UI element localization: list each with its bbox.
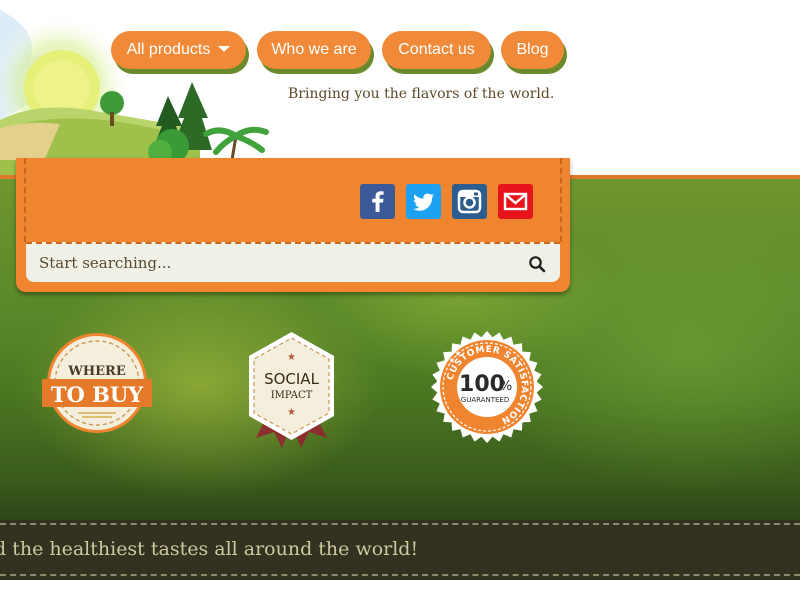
badge-guaranteed-text: GUARANTEED [461,396,509,404]
where-to-buy-badge-graphic: WHERE TO BUY [42,333,152,433]
search-bar [26,242,560,282]
nav-label: Contact us [398,41,475,58]
email-icon [503,192,528,211]
marquee-text: d the healthiest tastes all around the w… [0,538,419,560]
site-header: All products Who we are Contact us Blog … [0,0,800,178]
banner-stitch-top [0,523,800,525]
social-impact-badge-graphic: ★ SOCIAL IMPACT ★ [249,332,334,448]
customer-satisfaction-badge-graphic: CUSTOMER SATISFACTION 100 % GUARANTEED ★… [431,331,543,443]
badge-percent-text: % [500,379,512,394]
page-footer-space [0,580,800,600]
badge-where-text: WHERE [67,364,126,379]
badge-star: ★ [454,349,461,358]
marquee-banner: d the healthiest tastes all around the w… [0,520,800,580]
badge-impact-text: IMPACT [271,390,313,401]
badge-social-text: SOCIAL [264,370,319,388]
instagram-icon [457,189,482,214]
nav-label: Who we are [271,41,357,58]
instagram-link[interactable] [452,184,487,219]
social-search-panel [16,158,570,292]
panel-stitching [560,158,562,242]
badge-to-buy-text: TO BUY [51,382,144,407]
twitter-link[interactable] [406,184,441,219]
search-icon[interactable] [528,255,546,273]
nav-contact-us-button[interactable]: Contact us [382,31,491,69]
nav-all-products-button[interactable]: All products [111,31,246,69]
nav-who-we-are-button[interactable]: Who we are [257,31,371,69]
chevron-down-icon [218,45,231,52]
facebook-icon [372,191,384,212]
nav-blog-button[interactable]: Blog [501,31,564,69]
customer-satisfaction-badge[interactable]: CUSTOMER SATISFACTION 100 % GUARANTEED ★… [430,330,544,444]
badge-100-text: 100 [459,372,505,397]
facebook-link[interactable] [360,184,395,219]
landscape-illustration [0,0,290,178]
search-input[interactable] [26,244,516,282]
banner-stitch-bottom [0,574,800,576]
tagline: Bringing you the flavors of the world. [288,86,555,102]
badge-star-bottom: ★ [287,407,296,418]
twitter-icon [412,193,434,211]
where-to-buy-badge[interactable]: WHERE TO BUY [40,331,154,435]
social-impact-badge[interactable]: ★ SOCIAL IMPACT ★ [244,330,339,452]
nav-label: All products [126,41,211,58]
nav-label: Blog [516,41,549,58]
badge-star-top: ★ [287,352,296,363]
panel-stitching [24,158,26,242]
email-link[interactable] [498,184,533,219]
